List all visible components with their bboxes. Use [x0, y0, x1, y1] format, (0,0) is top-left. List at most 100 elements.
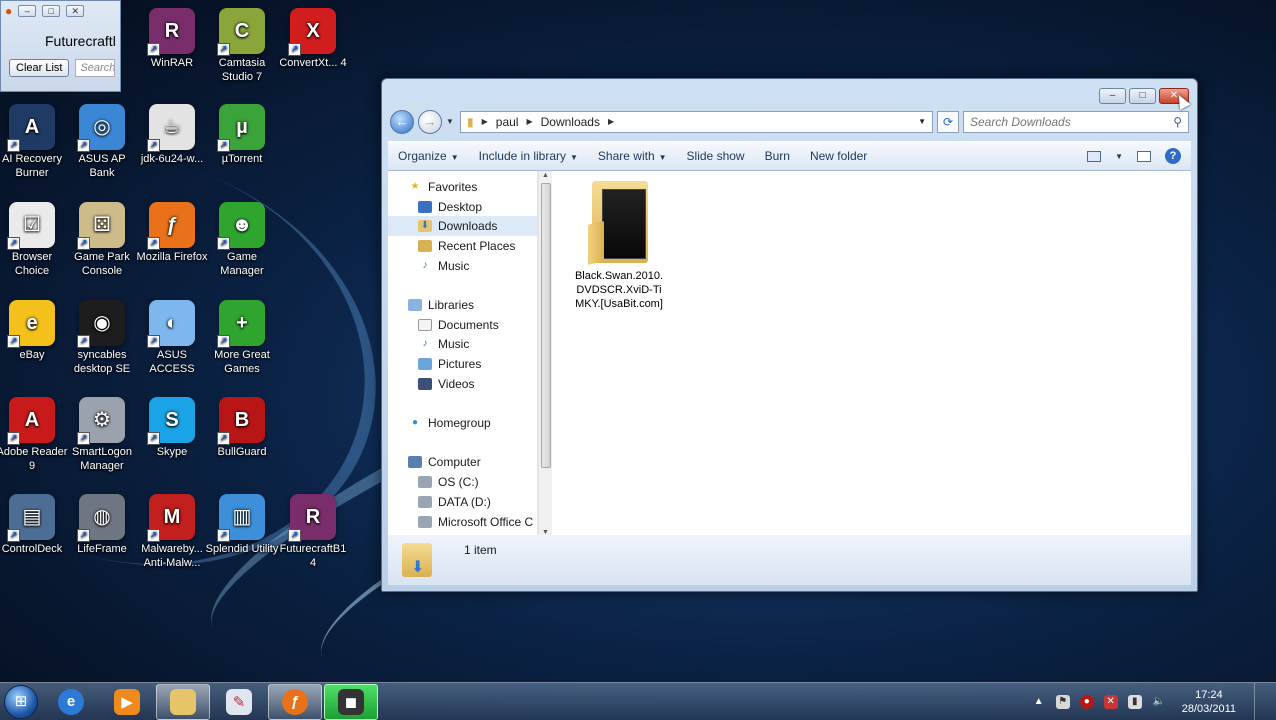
desktop-shortcut[interactable]: ⚄ ↗ Game Park Console	[65, 202, 139, 278]
breadcrumb-separator[interactable]: ▶	[526, 117, 532, 126]
nav-favorites[interactable]: ★ Favorites	[388, 177, 537, 197]
desktop-shortcut[interactable]: ƒ ↗ Mozilla Firefox	[135, 202, 209, 264]
start-button[interactable]: ⊞	[0, 683, 42, 720]
desktop-shortcut[interactable]: ▤ ↗ ControlDeck	[0, 494, 69, 556]
desktop-shortcut[interactable]: ◉ ↗ syncables desktop SE	[65, 300, 139, 376]
desktop-shortcut-label: ASUS ACCESS	[149, 349, 195, 375]
desktop-shortcut[interactable]: B ↗ BullGuard	[205, 397, 279, 459]
back-button[interactable]: ←	[390, 109, 414, 134]
help-icon[interactable]: ?	[1165, 148, 1181, 164]
desktop-shortcut[interactable]: R ↗ FuturecraftB1 4	[276, 494, 350, 570]
desktop-shortcut[interactable]: ◐ ↗ ASUS ACCESS	[135, 300, 209, 376]
nav-pictures[interactable]: Pictures	[388, 354, 537, 374]
nav-documents[interactable]: Documents	[388, 315, 537, 335]
desktop-shortcut[interactable]: S ↗ Skype	[135, 397, 209, 459]
address-bar[interactable]: ▮ ▶ paul ▶ Downloads ▶ ▼	[460, 110, 933, 133]
nav-drive-d[interactable]: DATA (D:)	[388, 492, 537, 512]
search-input[interactable]	[970, 114, 1174, 129]
clear-list-button[interactable]: Clear List	[9, 59, 70, 77]
videos-icon	[418, 377, 432, 390]
file-item[interactable]: Black.Swan.2010.DVDSCR.XviD-TiMKY.[UsaBi…	[574, 181, 664, 311]
taskbar-internet-explorer[interactable]: e	[44, 684, 98, 720]
refresh-button[interactable]: ⟳	[937, 110, 959, 133]
mini-close-button[interactable]: ✕	[66, 5, 85, 17]
search-box[interactable]: ⚲	[963, 110, 1189, 133]
slide-show-button[interactable]: Slide show	[687, 149, 745, 163]
desktop-shortcut-label: BullGuard	[217, 446, 267, 458]
forward-button[interactable]: →	[418, 109, 442, 134]
desktop-shortcut[interactable]: ▥ ↗ Splendid Utility	[205, 494, 279, 556]
desktop-shortcut[interactable]: X ↗ ConvertXt... 4	[276, 8, 350, 70]
nav-libraries[interactable]: Libraries	[388, 295, 537, 315]
change-view-icon[interactable]	[1087, 150, 1102, 162]
desktop-shortcut[interactable]: R ↗ WinRAR	[135, 8, 209, 70]
mini-search-field[interactable]: Search	[75, 59, 116, 77]
share-with-button[interactable]: Share with ▼	[598, 149, 667, 163]
downloads-folder-icon	[402, 543, 432, 577]
taskbar-camtasia-recorder[interactable]: ◼	[324, 683, 378, 720]
search-icon[interactable]: ⚲	[1173, 115, 1182, 129]
nav-recent-places[interactable]: Recent Places	[388, 236, 537, 256]
shortcut-arrow-icon: ↗	[7, 335, 20, 348]
command-bar: Organize ▼ Include in library ▼ Share with…	[388, 141, 1191, 171]
desktop-shortcut[interactable]: ◎ ↗ ASUS AP Bank	[65, 104, 139, 180]
malwarebytes-icon: M ↗	[147, 494, 195, 542]
show-desktop-button[interactable]	[1254, 682, 1268, 720]
scroll-up-arrow[interactable]: ▲	[542, 172, 549, 179]
desktop-shortcut[interactable]: A ↗ AI Recovery Burner	[0, 104, 69, 180]
desktop-shortcut[interactable]: ☑ ↗ Browser Choice	[0, 202, 69, 278]
desktop-shortcut[interactable]: ☕ ↗ jdk-6u24-w...	[135, 104, 209, 166]
nav-library-music[interactable]: ♪ Music	[388, 335, 537, 355]
star-icon: ★	[410, 180, 420, 192]
breadcrumb-paul[interactable]: paul	[496, 115, 519, 129]
desktop-shortcut[interactable]: e ↗ eBay	[0, 300, 69, 362]
desktop-shortcut[interactable]: ◍ ↗ LifeFrame	[65, 494, 139, 556]
desktop-shortcut[interactable]: A ↗ Adobe Reader 9	[0, 397, 69, 473]
mini-minimize-button[interactable]: –	[18, 5, 37, 17]
nav-scrollbar[interactable]: ▲ ▼	[538, 171, 552, 537]
burn-button[interactable]: Burn	[765, 149, 790, 163]
recent-pages-dropdown[interactable]: ▼	[446, 117, 456, 126]
organize-button[interactable]: Organize ▼	[398, 149, 459, 163]
desktop-shortcut-label: ConvertXt... 4	[279, 57, 347, 69]
taskbar-paint[interactable]: ✎	[212, 684, 266, 720]
clock[interactable]: 17:24 28/03/2011	[1182, 688, 1236, 716]
taskbar-media-player[interactable]: ▶	[100, 684, 154, 720]
taskbar-explorer[interactable]	[156, 683, 210, 720]
desktop-shortcut[interactable]: ⚙ ↗ SmartLogon Manager	[65, 397, 139, 473]
taskbar-firefox[interactable]: ƒ	[268, 683, 322, 720]
network-icon[interactable]: ✕	[1103, 694, 1118, 709]
nav-desktop[interactable]: Desktop	[388, 197, 537, 217]
nav-computer[interactable]: Computer	[388, 453, 537, 473]
preview-pane-icon[interactable]	[1137, 150, 1151, 162]
minimize-button[interactable]: –	[1099, 88, 1126, 104]
maximize-button[interactable]: □	[1129, 88, 1156, 104]
address-dropdown-icon[interactable]: ▼	[918, 117, 926, 126]
nav-music[interactable]: ♪ Music	[388, 256, 537, 276]
desktop-shortcut[interactable]: C ↗ Camtasia Studio 7	[205, 8, 279, 84]
breadcrumb-separator[interactable]: ▶	[608, 117, 614, 126]
show-hidden-icons-icon[interactable]: ▲	[1032, 695, 1046, 709]
lifeframe-icon: ◍ ↗	[77, 494, 125, 542]
desktop-shortcut[interactable]: µ ↗ µTorrent	[205, 104, 279, 166]
scrollbar-thumb[interactable]	[541, 183, 551, 468]
nav-downloads[interactable]: ⬇ Downloads	[388, 216, 537, 237]
mini-maximize-button[interactable]: □	[42, 5, 61, 17]
bullguard-tray-icon[interactable]: ●	[1079, 694, 1094, 709]
desktop-shortcut[interactable]: M ↗ Malwareby... Anti-Malw...	[135, 494, 209, 570]
new-folder-button[interactable]: New folder	[810, 149, 867, 163]
nav-videos[interactable]: Videos	[388, 374, 537, 394]
battery-icon[interactable]: ▮	[1127, 694, 1142, 709]
desktop-shortcut[interactable]: ☻ ↗ Game Manager	[205, 202, 279, 278]
desktop-shortcut[interactable]: + ↗ More Great Games	[205, 300, 279, 376]
include-in-library-button[interactable]: Include in library ▼	[479, 149, 578, 163]
nav-drive-c[interactable]: OS (C:)	[388, 472, 537, 492]
breadcrumb-separator[interactable]: ▶	[482, 117, 488, 126]
nav-drive-office[interactable]: Microsoft Office C	[388, 512, 537, 532]
volume-icon[interactable]: 🔈	[1152, 695, 1166, 709]
more-games-icon: + ↗	[217, 300, 265, 348]
nav-homegroup[interactable]: ● Homegroup	[388, 413, 537, 433]
flag-icon[interactable]: ⚑	[1055, 694, 1070, 709]
view-options-dropdown[interactable]: ▼	[1115, 152, 1123, 161]
breadcrumb-downloads[interactable]: Downloads	[541, 115, 600, 129]
